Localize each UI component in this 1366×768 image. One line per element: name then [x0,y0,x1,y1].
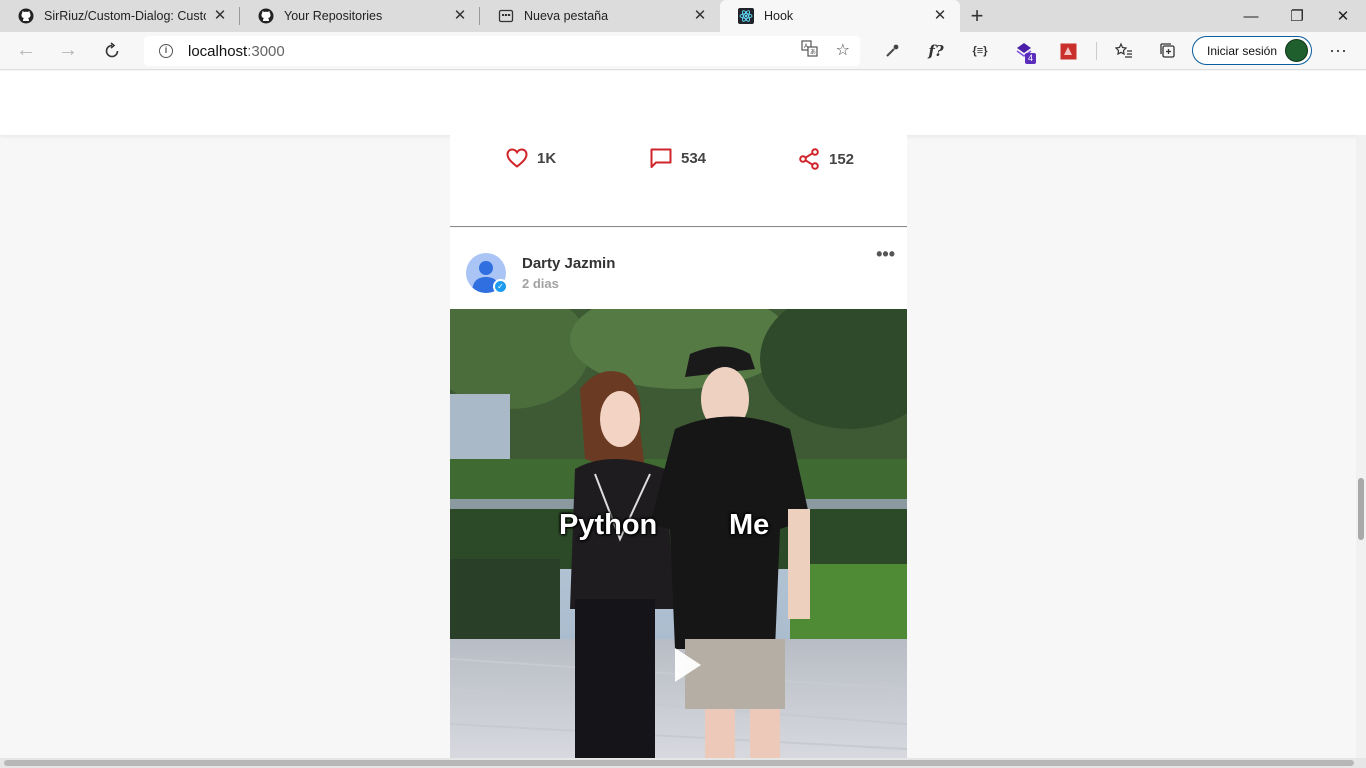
vertical-scrollbar[interactable] [1356,135,1366,758]
tab-title: Nueva pestaña [524,9,609,23]
toolbar-divider [1090,35,1102,67]
like-count: 1K [537,149,557,167]
share-button[interactable]: 152 [798,148,854,170]
video-caption-right: Me [729,509,770,541]
post-card: ✓ Darty Jazmin 2 dias ••• Python Me [450,228,907,768]
address-bar[interactable]: i localhost:3000 Aあ ☆ [144,36,860,66]
extension-badge: 4 [1025,53,1036,64]
verified-badge-icon: ✓ [493,279,508,294]
tab-hook[interactable]: Hook ✕ [720,0,960,32]
url-text[interactable]: localhost:3000 [188,43,285,60]
close-window-icon[interactable]: ✕ [1320,0,1366,32]
profile-avatar-icon [1285,39,1308,62]
close-icon[interactable]: ✕ [452,8,468,24]
function-icon[interactable]: f? [914,35,958,67]
browser-toolbar: ← → i localhost:3000 Aあ ☆ f? {≡} 4 Inici… [0,32,1366,70]
tab-new-tab[interactable]: Nueva pestaña ✕ [480,0,720,32]
window-controls: — ❐ ✕ [1228,0,1366,32]
share-icon [799,148,819,170]
signin-button[interactable]: Iniciar sesión [1192,36,1312,65]
forward-icon[interactable]: → [50,35,86,67]
close-icon[interactable]: ✕ [692,8,708,24]
collections-icon[interactable] [1146,35,1190,67]
info-icon[interactable]: i [159,44,173,58]
extension-red-icon[interactable] [1046,35,1090,67]
post-author[interactable]: Darty Jazmin [522,255,615,272]
comment-button[interactable]: 534 [650,148,706,168]
restore-icon[interactable]: ❐ [1274,0,1320,32]
favorites-icon[interactable] [1102,35,1146,67]
tab-your-repositories[interactable]: Your Repositories ✕ [240,0,480,32]
video-frame [450,309,907,758]
github-icon [18,8,34,24]
comment-count: 534 [681,149,707,167]
github-icon [258,8,274,24]
scrollbar-thumb[interactable] [1358,478,1364,540]
horizontal-scrollbar[interactable] [0,758,1366,768]
refresh-icon[interactable] [94,35,130,67]
extension-toolbar: f? {≡} 4 [870,35,1190,67]
tab-title: SirRiuz/Custom-Dialog: Custom [44,9,206,23]
post-header: ✓ Darty Jazmin 2 dias ••• [450,228,907,309]
close-icon[interactable]: ✕ [932,8,948,24]
translate-icon[interactable]: Aあ [801,40,818,62]
tab-title: Hook [764,9,794,23]
tab-title: Your Repositories [284,9,383,23]
newtab-icon [498,8,514,24]
favorite-star-icon[interactable]: ☆ [836,40,850,62]
app-header [0,71,1366,135]
post-actions: 1K 534 152 [450,148,907,170]
tab-strip: SirRiuz/Custom-Dialog: Custom ✕ Your Rep… [0,0,1366,32]
post-feed: 1K 534 152 ✓ Darty Jazmin 2 dias ••• Pyt… [450,135,907,768]
new-tab-button[interactable]: + [962,0,992,32]
json-viewer-icon[interactable]: {≡} [958,35,1002,67]
video-caption-left: Python [559,509,658,541]
comment-icon [650,148,672,168]
back-icon[interactable]: ← [8,35,44,67]
post-video[interactable]: Python Me [450,309,907,758]
post-timestamp: 2 dias [522,276,559,291]
scrollbar-thumb[interactable] [4,760,1354,766]
tab-custom-dialog[interactable]: SirRiuz/Custom-Dialog: Custom ✕ [0,0,240,32]
extension-purple-icon[interactable]: 4 [1002,35,1046,67]
previous-post-footer: 1K 534 152 [450,135,907,227]
share-count: 152 [829,150,855,168]
svg-text:あ: あ [810,49,816,56]
post-menu-icon[interactable]: ••• [876,244,895,265]
play-icon[interactable] [673,646,703,689]
eyedropper-icon[interactable] [870,35,914,67]
heart-icon [506,148,528,168]
react-icon [738,8,754,24]
close-icon[interactable]: ✕ [212,8,228,24]
signin-label: Iniciar sesión [1207,43,1278,58]
minimize-icon[interactable]: — [1228,0,1274,32]
more-options-icon[interactable]: ··· [1322,35,1354,67]
like-button[interactable]: 1K [506,148,556,168]
